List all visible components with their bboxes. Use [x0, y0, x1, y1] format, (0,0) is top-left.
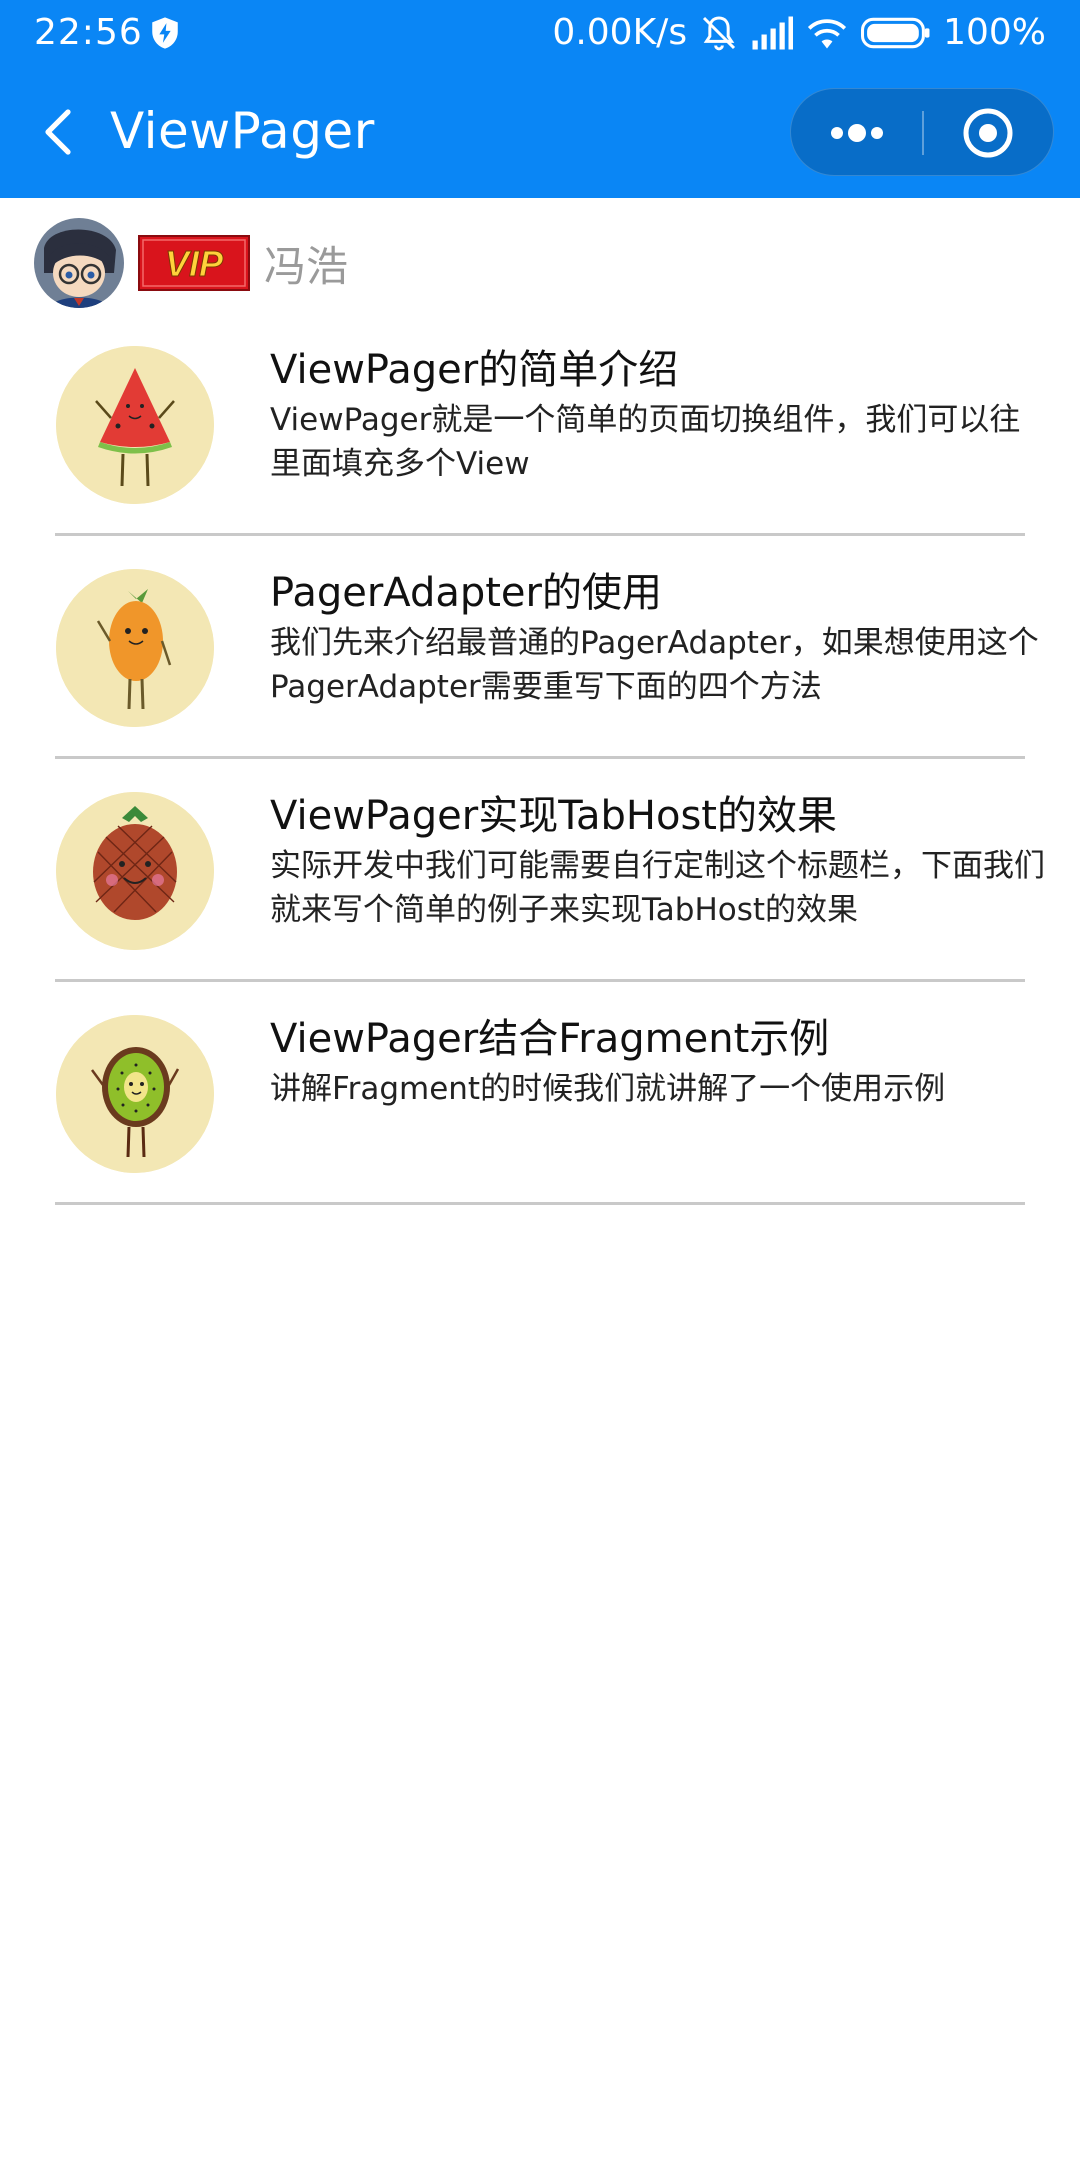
article-list: ViewPager的简单介绍 ViewPager就是一个简单的页面切换组件，我们… — [0, 340, 1080, 1232]
battery-icon — [861, 17, 930, 48]
vip-badge-icon: VIP — [138, 235, 250, 291]
divider — [55, 533, 1025, 536]
list-item-text: ViewPager实现TabHost的效果 实际开发中我们可能需要自行定制这个标… — [270, 790, 1050, 932]
list-item-title: PagerAdapter的使用 — [270, 570, 662, 616]
list-item-text: ViewPager结合Fragment示例 讲解Fragment的时候我们就讲解… — [270, 1013, 1050, 1111]
nav-bar: ViewPager — [0, 66, 1080, 198]
close-target-icon[interactable] — [924, 89, 1055, 177]
watermelon-icon — [56, 346, 214, 504]
back-arrow-icon[interactable] — [30, 102, 90, 162]
avatar-image — [34, 218, 124, 308]
more-dots-icon[interactable] — [791, 89, 923, 177]
list-item[interactable]: ViewPager实现TabHost的效果 实际开发中我们可能需要自行定制这个标… — [0, 786, 1080, 1009]
status-right: 0.00K/s 100% — [552, 12, 1046, 53]
list-item[interactable]: ViewPager结合Fragment示例 讲解Fragment的时候我们就讲解… — [0, 1009, 1080, 1232]
divider — [55, 756, 1025, 759]
list-item[interactable]: ViewPager的简单介绍 ViewPager就是一个简单的页面切换组件，我们… — [0, 340, 1080, 563]
list-item-desc: 我们先来介绍最普通的PagerAdapter，如果想使用这个PagerAdapt… — [270, 625, 1039, 705]
mute-bell-icon — [703, 15, 736, 50]
shield-icon — [152, 17, 178, 49]
battery-percent: 100% — [943, 12, 1046, 53]
network-speed: 0.00K/s — [552, 12, 688, 53]
list-item-title: ViewPager实现TabHost的效果 — [270, 793, 837, 839]
list-item-text: ViewPager的简单介绍 ViewPager就是一个简单的页面切换组件，我们… — [270, 344, 1050, 486]
list-item-desc: 实际开发中我们可能需要自行定制这个标题栏，下面我们就来写个简单的例子来实现Tab… — [270, 848, 1045, 928]
list-item-desc: ViewPager就是一个简单的页面切换组件，我们可以往里面填充多个View — [270, 402, 1021, 482]
author-row: VIP 冯浩 — [34, 216, 348, 310]
signal-icon — [752, 16, 794, 49]
top-bar: 22:56 0.00K/s 100% ViewPager — [0, 0, 1080, 198]
author-name[interactable]: 冯浩 — [264, 233, 348, 294]
mini-program-capsule — [790, 88, 1054, 176]
list-item[interactable]: PagerAdapter的使用 我们先来介绍最普通的PagerAdapter，如… — [0, 563, 1080, 786]
divider — [55, 1202, 1025, 1205]
list-item-text: PagerAdapter的使用 我们先来介绍最普通的PagerAdapter，如… — [270, 567, 1050, 709]
kiwi-icon — [56, 1015, 214, 1173]
list-item-title: ViewPager的简单介绍 — [270, 347, 679, 393]
status-bar: 22:56 0.00K/s 100% — [0, 0, 1080, 66]
pineapple-icon — [56, 792, 214, 950]
page-title: ViewPager — [110, 102, 375, 160]
avatar[interactable] — [34, 218, 124, 308]
divider — [55, 979, 1025, 982]
status-time: 22:56 — [34, 12, 143, 53]
list-item-title: ViewPager结合Fragment示例 — [270, 1016, 830, 1062]
vip-label: VIP — [165, 243, 224, 284]
wifi-icon — [808, 18, 847, 48]
list-item-desc: 讲解Fragment的时候我们就讲解了一个使用示例 — [270, 1071, 946, 1107]
mango-icon — [56, 569, 214, 727]
